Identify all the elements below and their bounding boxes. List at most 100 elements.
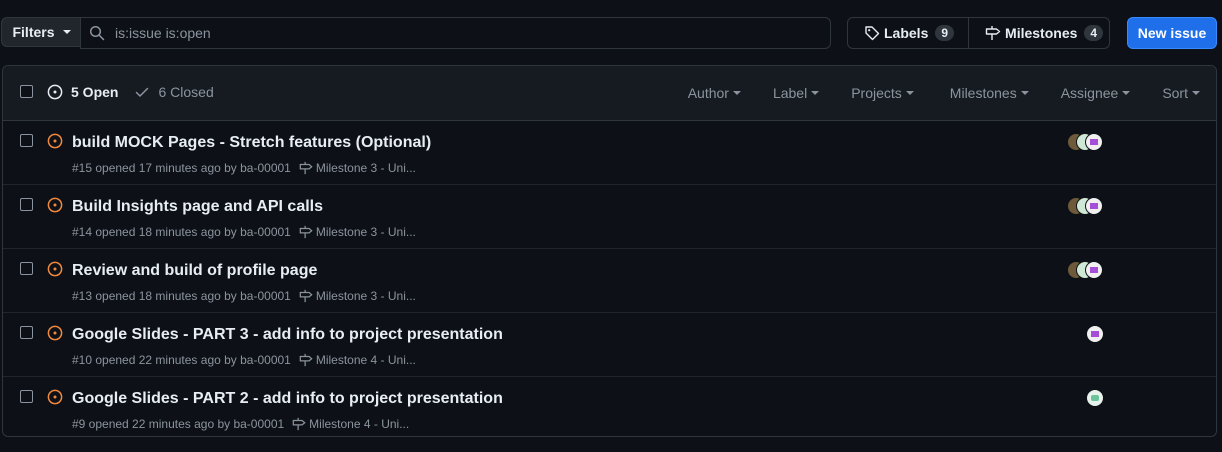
sort-label: Sort: [1162, 85, 1188, 101]
caret-down-icon: [62, 30, 71, 34]
issue-meta: #15 opened 17 minutes ago by ba-00001 Mi…: [72, 161, 416, 175]
issue-meta: #9 opened 22 minutes ago by ba-00001 Mil…: [72, 417, 409, 431]
issue-milestone-link[interactable]: Milestone 3 - Uni...: [299, 161, 416, 175]
issue-milestone-label: Milestone 3 - Uni...: [315, 225, 416, 239]
caret-down-icon: [1122, 91, 1131, 95]
issue-row[interactable]: Build Insights page and API calls #14 op…: [3, 185, 1216, 249]
issue-checkbox[interactable]: [20, 198, 33, 211]
labels-milestones-group: Labels 9 Milestones 4: [847, 17, 1110, 49]
assignee-filter-label: Assignee: [1060, 85, 1119, 101]
labels-count-badge: 9: [935, 25, 955, 41]
issue-row[interactable]: build MOCK Pages - Stretch features (Opt…: [3, 121, 1216, 185]
issue-checkbox[interactable]: [20, 262, 33, 275]
issue-row[interactable]: Google Slides - PART 3 - add info to pro…: [3, 313, 1216, 377]
new-issue-button[interactable]: New issue: [1127, 17, 1217, 49]
milestone-icon: [299, 225, 313, 239]
state-toggle: 5 Open 6 Closed: [47, 84, 214, 100]
issue-open-icon: [47, 133, 63, 149]
issue-milestone-link[interactable]: Milestone 3 - Uni...: [299, 289, 416, 303]
issue-opened-info: #10 opened 22 minutes ago by ba-00001: [72, 353, 291, 367]
issue-milestone-label: Milestone 3 - Uni...: [315, 161, 416, 175]
issue-title-link[interactable]: Review and build of profile page: [72, 262, 317, 280]
milestones-filter[interactable]: Milestones: [950, 85, 1029, 101]
caret-down-icon: [732, 91, 741, 95]
issue-opened-info: #13 opened 18 minutes ago by ba-00001: [72, 289, 291, 303]
issue-checkbox[interactable]: [20, 134, 33, 147]
issue-checkbox[interactable]: [20, 390, 33, 403]
milestone-icon: [299, 289, 313, 303]
milestones-label: Milestones: [1005, 25, 1078, 41]
select-all-checkbox[interactable]: [20, 85, 33, 98]
issue-open-icon: [47, 197, 63, 213]
issues-list-header: 5 Open 6 Closed Author Label Projects Mi…: [3, 66, 1216, 121]
issue-milestone-link[interactable]: Milestone 3 - Uni...: [299, 225, 416, 239]
open-count-label: 5 Open: [71, 84, 119, 100]
milestone-icon: [985, 26, 1001, 40]
issue-opened-info: #14 opened 18 minutes ago by ba-00001: [72, 225, 291, 239]
issue-open-icon: [47, 84, 63, 100]
issue-meta: #10 opened 22 minutes ago by ba-00001 Mi…: [72, 353, 416, 367]
milestone-icon: [299, 161, 313, 175]
projects-filter[interactable]: Projects: [851, 85, 914, 101]
issue-milestone-link[interactable]: Milestone 4 - Uni...: [292, 417, 409, 431]
avatar[interactable]: [1086, 389, 1104, 407]
issue-open-icon: [47, 261, 63, 277]
labels-button[interactable]: Labels 9: [848, 18, 968, 48]
caret-down-icon: [1020, 91, 1029, 95]
caret-down-icon: [905, 91, 914, 95]
assignee-avatars: [1067, 197, 1103, 215]
label-filter-label: Label: [772, 85, 808, 101]
milestone-icon: [299, 353, 313, 367]
sort-dropdown[interactable]: Sort: [1162, 85, 1200, 101]
issue-title-link[interactable]: Google Slides - PART 3 - add info to pro…: [72, 326, 503, 344]
assignee-filter[interactable]: Assignee: [1061, 85, 1131, 101]
labels-label: Labels: [884, 25, 929, 41]
label-filter[interactable]: Label: [772, 85, 820, 101]
milestones-count-badge: 4: [1084, 25, 1104, 41]
projects-filter-label: Projects: [851, 85, 902, 101]
assignee-avatars: [1067, 133, 1103, 151]
issue-checkbox[interactable]: [20, 326, 33, 339]
author-filter[interactable]: Author: [688, 85, 741, 101]
milestones-filter-label: Milestones: [949, 85, 1017, 101]
issue-opened-info: #15 opened 17 minutes ago by ba-00001: [72, 161, 291, 175]
issue-meta: #14 opened 18 minutes ago by ba-00001 Mi…: [72, 225, 416, 239]
issue-milestone-label: Milestone 4 - Uni...: [309, 417, 410, 431]
issues-list: 5 Open 6 Closed Author Label Projects Mi…: [2, 65, 1217, 437]
issue-milestone-link[interactable]: Milestone 4 - Uni...: [299, 353, 416, 367]
closed-count-label: 6 Closed: [158, 84, 214, 100]
filters-button[interactable]: Filters: [1, 17, 81, 47]
caret-down-icon: [811, 91, 820, 95]
search-box: [80, 17, 831, 49]
milestone-icon: [292, 417, 306, 431]
issue-title-link[interactable]: Google Slides - PART 2 - add info to pro…: [72, 390, 503, 408]
caret-down-icon: [1192, 91, 1200, 95]
issue-opened-info: #9 opened 22 minutes ago by ba-00001: [72, 417, 285, 431]
issue-row[interactable]: Review and build of profile page #13 ope…: [3, 249, 1216, 313]
issue-open-icon: [47, 389, 63, 405]
list-filters: Author Label Projects Milestones Assigne…: [688, 85, 1200, 101]
issue-title-link[interactable]: Build Insights page and API calls: [72, 198, 323, 216]
milestones-button[interactable]: Milestones 4: [968, 18, 1117, 48]
issue-meta: #13 opened 18 minutes ago by ba-00001 Mi…: [72, 289, 416, 303]
open-issues-link[interactable]: 5 Open: [47, 84, 118, 100]
filters-label: Filters: [12, 24, 55, 40]
search-input[interactable]: [113, 24, 797, 42]
search-icon: [89, 25, 105, 41]
assignee-avatars: [1086, 325, 1104, 343]
issue-title-link[interactable]: build MOCK Pages - Stretch features (Opt…: [72, 134, 431, 152]
author-filter-label: Author: [687, 85, 729, 101]
issue-milestone-label: Milestone 4 - Uni...: [315, 353, 416, 367]
issue-open-icon: [47, 325, 63, 341]
issue-row[interactable]: Google Slides - PART 2 - add info to pro…: [3, 377, 1216, 436]
issue-milestone-label: Milestone 3 - Uni...: [315, 289, 416, 303]
assignee-avatars: [1067, 261, 1103, 279]
avatar[interactable]: [1086, 325, 1104, 343]
closed-issues-link[interactable]: 6 Closed: [134, 84, 214, 100]
avatar[interactable]: [1085, 197, 1103, 215]
check-icon: [136, 87, 149, 97]
assignee-avatars: [1086, 389, 1104, 407]
issues-toolbar: Filters Labels 9 Milestones 4 Ne: [0, 17, 1222, 49]
avatar[interactable]: [1085, 133, 1103, 151]
avatar[interactable]: [1085, 261, 1103, 279]
